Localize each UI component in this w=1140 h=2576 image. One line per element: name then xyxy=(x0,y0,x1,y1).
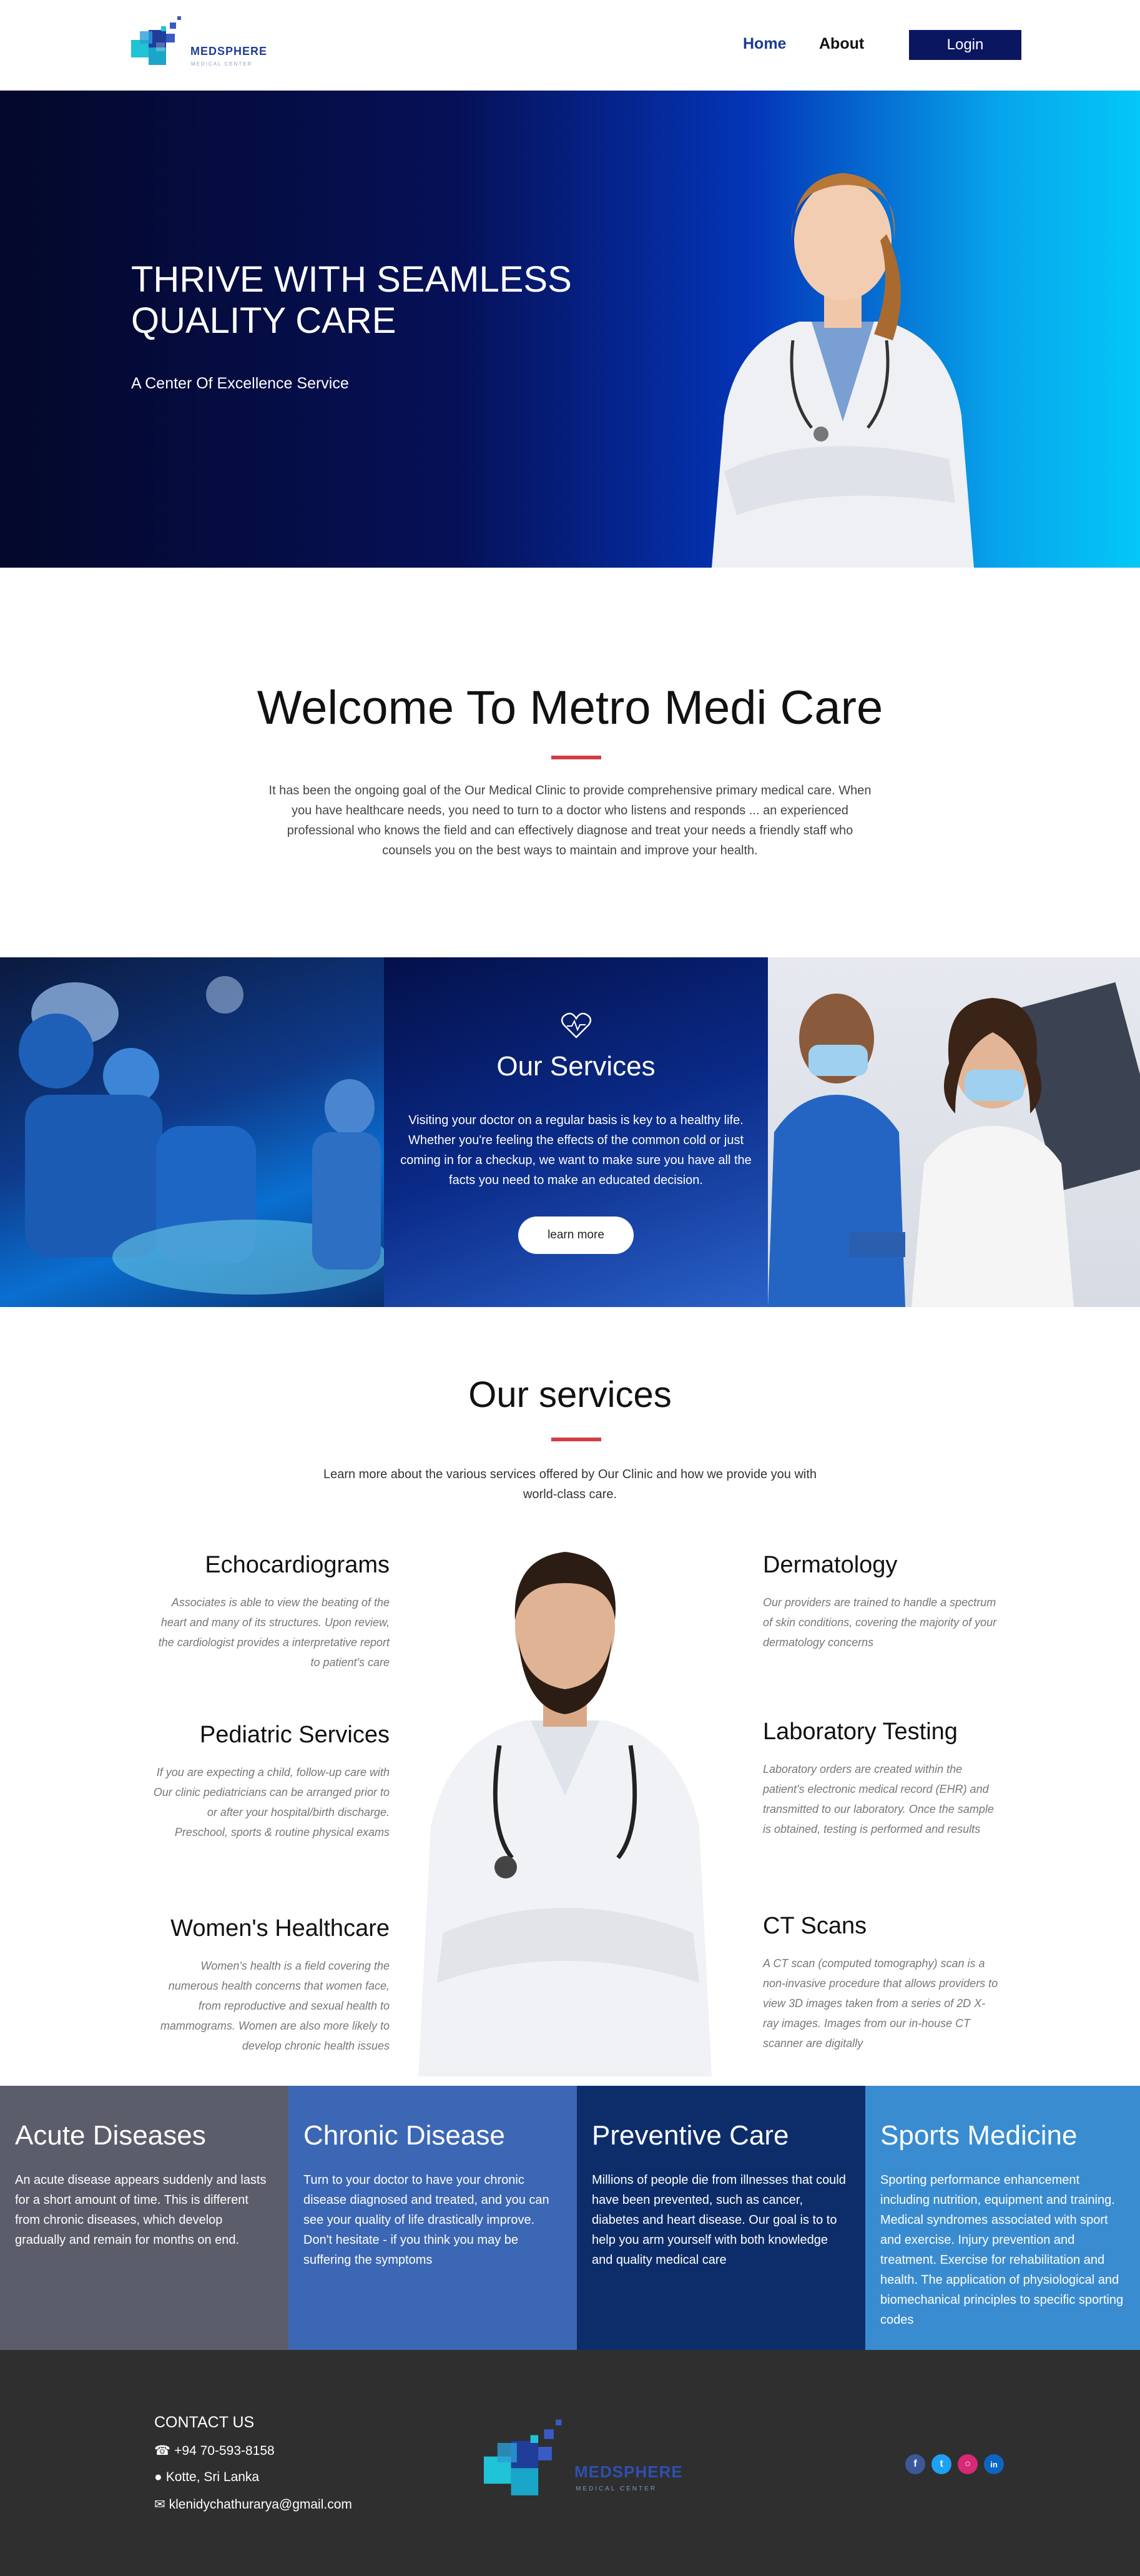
title-underline xyxy=(551,756,601,759)
footer: CONTACT US ☎ +94 70-593-8158 ● Kotte, Sr… xyxy=(0,2350,1140,2576)
doctors-illustration xyxy=(768,982,1140,1307)
contact-phone[interactable]: ☎ +94 70-593-8158 xyxy=(154,2443,275,2459)
phone-number: +94 70-593-8158 xyxy=(174,2443,275,2458)
services-card-text: Visiting your doctor on a regular basis … xyxy=(400,1113,752,1187)
column-chronic-disease: Chronic Disease Turn to your doctor to h… xyxy=(288,2086,577,2350)
social-links: f t ○ in xyxy=(905,2454,1004,2474)
column-title: Sports Medicine xyxy=(880,2120,1078,2151)
nav-home-link[interactable]: Home xyxy=(743,35,786,53)
column-acute-diseases: Acute Diseases An acute disease appears … xyxy=(0,2086,288,2350)
service-title: Echocardiograms xyxy=(205,1552,390,1578)
footer-logo[interactable]: MEDSPHERE MEDICAL CENTER xyxy=(484,2412,682,2512)
email-text: klenidychathurarya@gmail.com xyxy=(169,2497,352,2512)
specialties-section: Acute Diseases An acute disease appears … xyxy=(0,2086,1140,2350)
service-pediatric: Pediatric Services If you are expecting … xyxy=(152,1722,390,1842)
service-text: Our providers are trained to handle a sp… xyxy=(763,1596,997,1649)
column-text: An acute disease appears suddenly and la… xyxy=(15,2173,267,2247)
logo-name: MEDSPHERE xyxy=(190,45,268,57)
contact-email[interactable]: ✉ klenidychathurarya@gmail.com xyxy=(154,2497,352,2512)
learn-more-button[interactable]: learn more xyxy=(518,1216,634,1254)
service-dermatology: Dermatology Our providers are trained to… xyxy=(763,1552,1000,1652)
service-text: If you are expecting a child, follow-up … xyxy=(153,1766,390,1838)
hero-subtitle: A Center Of Excellence Service xyxy=(131,375,349,392)
column-title: Acute Diseases xyxy=(15,2120,206,2151)
logo-tagline: MEDICAL CENTER xyxy=(191,61,253,67)
hero-section: THRIVE WITH SEAMLESS QUALITY CARE A Cent… xyxy=(0,91,1140,568)
medical-cross-icon xyxy=(131,16,181,65)
column-preventive-care: Preventive Care Millions of people die f… xyxy=(577,2086,865,2350)
service-text: Associates is able to view the beating o… xyxy=(158,1596,390,1669)
top-navbar: MEDSPHERE MEDICAL CENTER Home About Logi… xyxy=(0,0,1140,91)
column-title: Preventive Care xyxy=(592,2120,789,2151)
contact-location: ● Kotte, Sri Lanka xyxy=(154,2470,259,2485)
linkedin-icon[interactable]: in xyxy=(984,2454,1004,2474)
column-sports-medicine: Sports Medicine Sporting performance enh… xyxy=(865,2086,1140,2350)
our-services-underline xyxy=(551,1438,601,1441)
service-text: Women's health is a field covering the n… xyxy=(160,1960,390,2052)
location-text: Kotte, Sri Lanka xyxy=(165,2470,260,2484)
service-ct-scans: CT Scans A CT scan (computed tomography)… xyxy=(763,1913,1000,2053)
welcome-title: Welcome To Metro Medi Care xyxy=(257,681,883,734)
instagram-icon[interactable]: ○ xyxy=(958,2454,978,2474)
surgery-image xyxy=(0,957,387,1307)
service-title: Dermatology xyxy=(763,1552,898,1578)
footer-logo-tagline: MEDICAL CENTER xyxy=(576,2485,657,2492)
login-button[interactable]: Login xyxy=(909,30,1021,60)
service-text: A CT scan (computed tomography) scan is … xyxy=(763,1957,998,2050)
service-title: CT Scans xyxy=(763,1913,867,1939)
twitter-icon[interactable]: t xyxy=(931,2454,951,2474)
hero-title: THRIVE WITH SEAMLESS QUALITY CARE xyxy=(131,259,572,341)
doctors-xray-image xyxy=(768,957,1140,1307)
welcome-text: It has been the ongoing goal of the Our … xyxy=(268,784,872,857)
nav-about-link[interactable]: About xyxy=(819,35,864,53)
service-title: Laboratory Testing xyxy=(763,1719,958,1745)
service-title: Pediatric Services xyxy=(199,1722,390,1748)
location-pin-icon: ● xyxy=(154,2470,162,2484)
service-echocardiograms: Echocardiograms Associates is able to vi… xyxy=(152,1552,390,1672)
column-title: Chronic Disease xyxy=(303,2120,505,2151)
female-doctor-image xyxy=(712,173,974,568)
services-banner: Our Services Visiting your doctor on a r… xyxy=(0,957,1140,1307)
service-title: Women's Healthcare xyxy=(170,1915,390,1942)
surgery-scene-illustration xyxy=(19,976,387,1295)
our-services-text: Learn more about the various services of… xyxy=(323,1468,817,1501)
phone-icon: ☎ xyxy=(154,2444,171,2458)
medsphere-logo[interactable]: MEDSPHERE MEDICAL CENTER xyxy=(131,12,267,75)
column-text: Sporting performance enhancement includi… xyxy=(880,2173,1124,2327)
mail-icon: ✉ xyxy=(154,2497,165,2512)
our-services-title: Our services xyxy=(468,1374,672,1415)
contact-heading: CONTACT US xyxy=(154,2414,255,2431)
footer-logo-name: MEDSPHERE xyxy=(574,2462,683,2481)
male-doctor-image xyxy=(418,1552,712,2076)
services-card-title: Our Services xyxy=(496,1051,656,1082)
column-text: Turn to your doctor to have your chronic… xyxy=(303,2173,549,2267)
facebook-icon[interactable]: f xyxy=(905,2454,925,2474)
medical-cross-icon xyxy=(484,2419,562,2495)
services-card: Our Services Visiting your doctor on a r… xyxy=(384,957,768,1307)
column-text: Millions of people die from illnesses th… xyxy=(592,2173,846,2267)
service-laboratory-testing: Laboratory Testing Laboratory orders are… xyxy=(763,1719,1000,1839)
service-text: Laboratory orders are created within the… xyxy=(763,1763,994,1835)
service-womens-healthcare: Women's Healthcare Women's health is a f… xyxy=(152,1915,390,2056)
heartbeat-icon xyxy=(561,1012,592,1039)
